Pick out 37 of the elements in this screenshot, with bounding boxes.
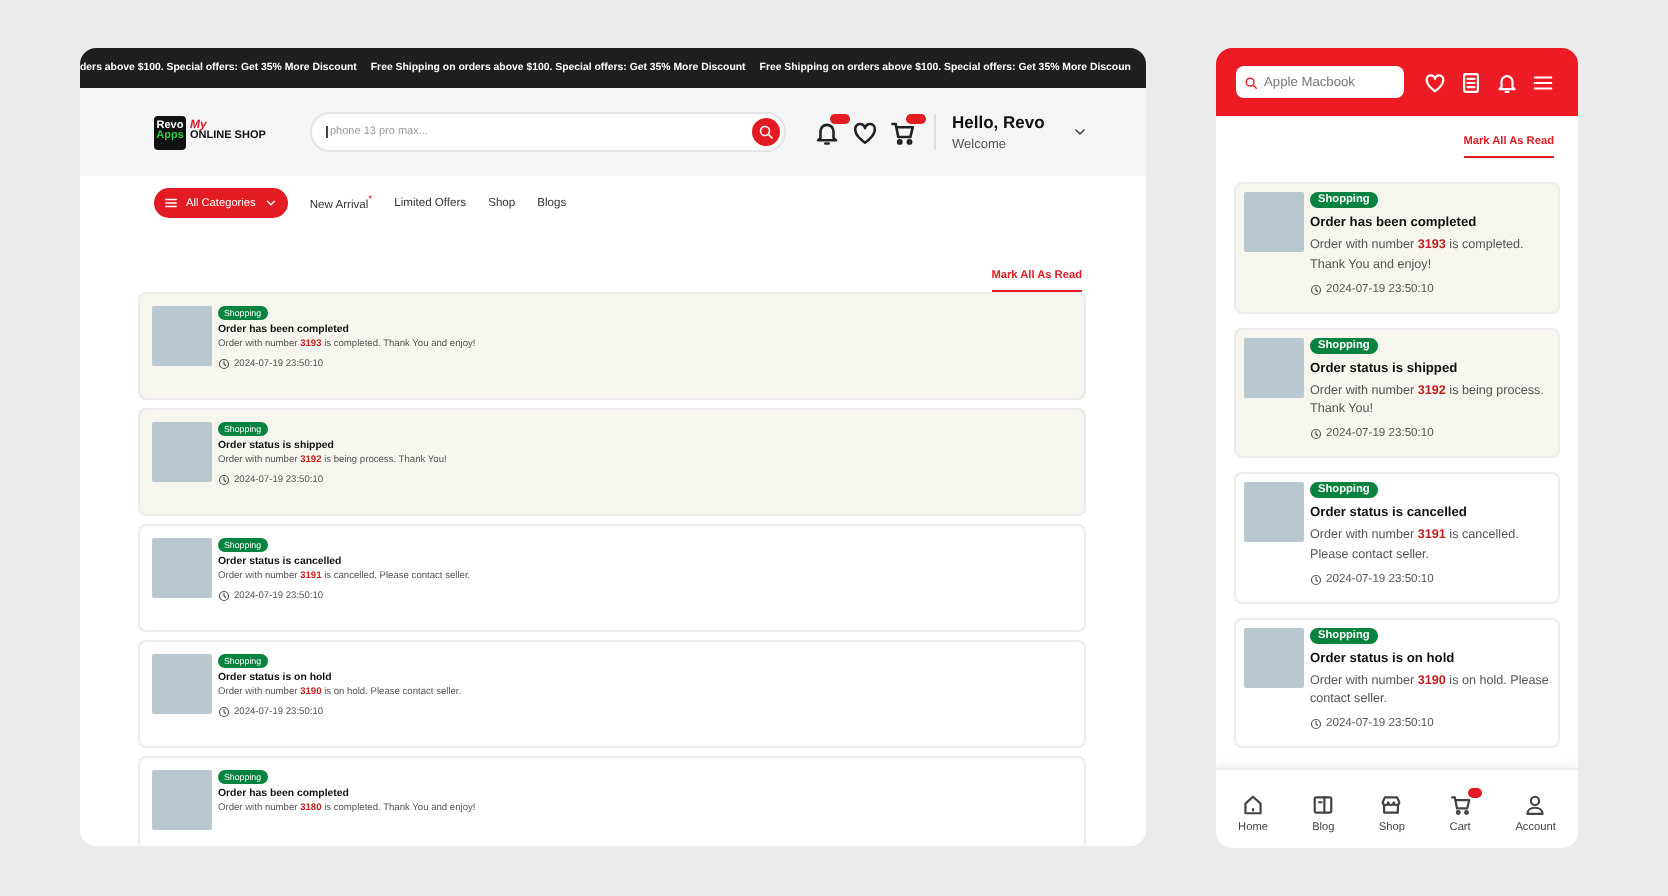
chevron-down-icon bbox=[263, 196, 278, 210]
photo-placeholder bbox=[152, 422, 212, 482]
clock-icon bbox=[218, 358, 230, 370]
photo-placeholder bbox=[1244, 192, 1304, 252]
home-icon bbox=[1242, 793, 1264, 815]
clock-icon bbox=[1310, 573, 1322, 585]
account-icon bbox=[1524, 793, 1547, 815]
photo-placeholder bbox=[1244, 627, 1304, 687]
clock-icon bbox=[218, 706, 230, 718]
clock-icon bbox=[1310, 428, 1322, 440]
photo-placeholder bbox=[1244, 337, 1304, 397]
count-badge bbox=[1467, 787, 1482, 797]
photo-placeholder bbox=[152, 538, 212, 598]
cart-icon[interactable] bbox=[890, 119, 916, 145]
menu-icon bbox=[164, 196, 178, 210]
clock-icon bbox=[1310, 283, 1322, 295]
search-button[interactable] bbox=[752, 118, 780, 146]
document-icon[interactable] bbox=[1460, 71, 1482, 93]
photo-placeholder bbox=[152, 654, 212, 714]
shop-icon bbox=[1380, 793, 1403, 815]
photo-placeholder bbox=[152, 306, 212, 366]
bell-icon[interactable] bbox=[814, 119, 840, 145]
search-icon bbox=[758, 124, 774, 140]
heart-icon[interactable] bbox=[852, 119, 878, 145]
search-icon bbox=[1244, 75, 1258, 89]
clock-icon bbox=[1310, 718, 1322, 730]
menu-icon[interactable] bbox=[1532, 71, 1554, 93]
greeting-title: Hello, Revo bbox=[952, 112, 1045, 132]
clock-icon bbox=[218, 474, 230, 486]
chevron-down-icon[interactable] bbox=[1072, 124, 1089, 140]
blog-icon bbox=[1312, 793, 1335, 815]
photo-placeholder bbox=[1244, 482, 1304, 542]
count-badge bbox=[830, 113, 850, 123]
clock-icon bbox=[218, 590, 230, 602]
cart-icon bbox=[1449, 793, 1472, 815]
count-badge bbox=[906, 113, 926, 123]
photo-placeholder bbox=[152, 770, 212, 830]
